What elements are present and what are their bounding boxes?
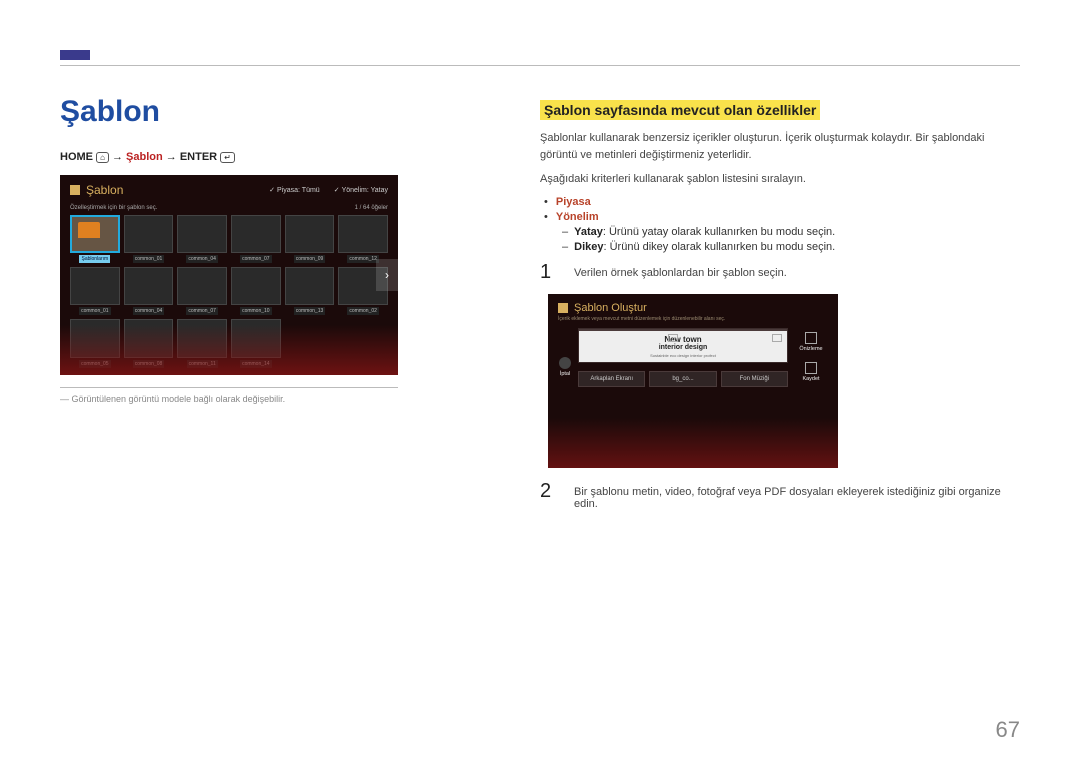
screenshot-caption: ― Görüntülenen görüntü modele bağlı olar… — [60, 394, 480, 404]
tab-background[interactable]: Arkaplan Ekranı — [578, 371, 645, 387]
ss2-title-row: Şablon Oluştur — [548, 294, 838, 314]
filter-orientation[interactable]: Yönelim: Yatay — [334, 186, 388, 194]
template-item[interactable]: common_13 — [285, 267, 335, 315]
preview-button[interactable]: Önizleme — [794, 332, 828, 352]
tab-music[interactable]: Fon Müziği — [721, 371, 788, 387]
ss2-title: Şablon Oluştur — [574, 302, 647, 314]
cancel-button[interactable]: İptal — [558, 328, 572, 387]
template-item[interactable]: common_05 — [70, 319, 120, 367]
template-item[interactable]: common_01 — [124, 215, 174, 263]
ss1-header: Şablon Piyasa: Tümü Yönelim: Yatay — [60, 175, 398, 205]
ss1-hint: Özelleştirmek için bir şablon seç. — [70, 205, 157, 211]
template-icon — [558, 303, 568, 313]
template-item[interactable]: common_14 — [231, 319, 281, 367]
filter-market[interactable]: Piyasa: Tümü — [269, 186, 320, 194]
template-item[interactable]: common_12 — [338, 215, 388, 263]
header-divider — [60, 65, 1020, 66]
gradient-overlay — [548, 418, 838, 468]
image-icon — [772, 334, 782, 342]
step-2: 2 Bir şablonu metin, video, fotoğraf vey… — [540, 480, 1020, 510]
template-item-selected[interactable]: Şablonlarım — [70, 215, 120, 263]
bc-arrow-2: → — [166, 151, 177, 163]
template-item[interactable]: common_10 — [231, 267, 281, 315]
template-item[interactable]: common_09 — [285, 215, 335, 263]
tab-bg-file[interactable]: bg_co... — [649, 371, 716, 387]
template-create-screenshot: Şablon Oluştur İçerik eklemek veya mevcu… — [548, 294, 838, 468]
template-caption: Şablonlarım — [79, 255, 110, 263]
template-item[interactable]: common_07 — [177, 267, 227, 315]
home-icon: ⌂ — [96, 152, 109, 163]
content-pane-right[interactable] — [683, 329, 787, 331]
template-list-screenshot: Şablon Piyasa: Tümü Yönelim: Yatay Özell… — [60, 175, 398, 375]
content-pane-left[interactable] — [579, 329, 683, 331]
criteria-piyasa: Piyasa — [556, 196, 591, 208]
bc-mid: Şablon — [126, 151, 163, 163]
enter-icon: ↵ — [220, 152, 235, 163]
step-1: 1 Verilen örnek şablonlardan bir şablon … — [540, 261, 1020, 284]
chevron-right-icon: › — [385, 268, 389, 282]
preview-icon — [805, 332, 817, 344]
paragraph: Aşağıdaki kriterleri kullanarak şablon l… — [540, 171, 1020, 188]
caption-line-3: Sustainble eco design interior profect — [583, 353, 783, 358]
template-item[interactable]: common_08 — [124, 319, 174, 367]
template-item[interactable]: common_07 — [231, 215, 281, 263]
paragraph: Şablonlar kullanarak benzersiz içerikler… — [540, 130, 1020, 163]
editor-area: New town interior design Sustainble eco … — [578, 328, 788, 387]
template-grid: Şablonlarım common_01 common_04 common_0… — [60, 215, 398, 368]
caption-line-1: New town — [583, 335, 783, 344]
template-item[interactable]: common_04 — [177, 215, 227, 263]
step-number: 2 — [540, 480, 558, 503]
criteria-list: Piyasa Yönelim Yatay: Ürünü yatay olarak… — [544, 196, 1020, 253]
ss1-title: Şablon — [86, 183, 123, 197]
caption-divider — [60, 387, 398, 388]
criteria-yatay: Yatay: Ürünü yatay olarak kullanırken bu… — [562, 226, 1020, 238]
section-heading: Şablon sayfasında mevcut olan özellikler — [540, 100, 820, 120]
save-icon — [805, 362, 817, 374]
save-button[interactable]: Kaydet — [794, 362, 828, 382]
header-accent-bar — [60, 50, 90, 60]
bc-end: ENTER — [180, 151, 217, 163]
template-thumb — [70, 215, 120, 253]
template-caption-area[interactable]: New town interior design Sustainble eco … — [579, 331, 787, 362]
criteria-yonelim: Yönelim — [556, 211, 599, 223]
criteria-dikey: Dikey: Ürünü dikey olarak kullanırken bu… — [562, 241, 1020, 253]
right-column: Şablon sayfasında mevcut olan özellikler… — [540, 100, 1020, 520]
caption-line-2: interior design — [583, 344, 783, 351]
ss1-count: 1 / 64 öğeler — [355, 205, 388, 211]
bc-home: HOME — [60, 151, 93, 163]
breadcrumb: HOME ⌂ → Şablon → ENTER ↵ — [60, 151, 480, 163]
step-text: Verilen örnek şablonlardan bir şablon se… — [574, 261, 787, 279]
ss1-subheader: Özelleştirmek için bir şablon seç. 1 / 6… — [60, 205, 398, 211]
step-text: Bir şablonu metin, video, fotoğraf veya … — [574, 480, 1020, 510]
template-item[interactable]: common_04 — [124, 267, 174, 315]
page-number: 67 — [996, 717, 1020, 743]
template-icon — [70, 185, 80, 195]
cancel-icon — [559, 357, 571, 369]
next-page-button[interactable]: › — [376, 259, 398, 291]
template-item[interactable]: common_01 — [70, 267, 120, 315]
template-item[interactable]: common_11 — [177, 319, 227, 367]
image-icon — [668, 334, 678, 342]
step-number: 1 — [540, 261, 558, 284]
page-title: Şablon — [60, 95, 480, 129]
ss2-subtitle: İçerik eklemek veya mevcut metni düzenle… — [548, 314, 838, 328]
left-column: Şablon HOME ⌂ → Şablon → ENTER ↵ Şablon … — [60, 95, 480, 404]
bc-arrow-1: → — [112, 151, 123, 163]
